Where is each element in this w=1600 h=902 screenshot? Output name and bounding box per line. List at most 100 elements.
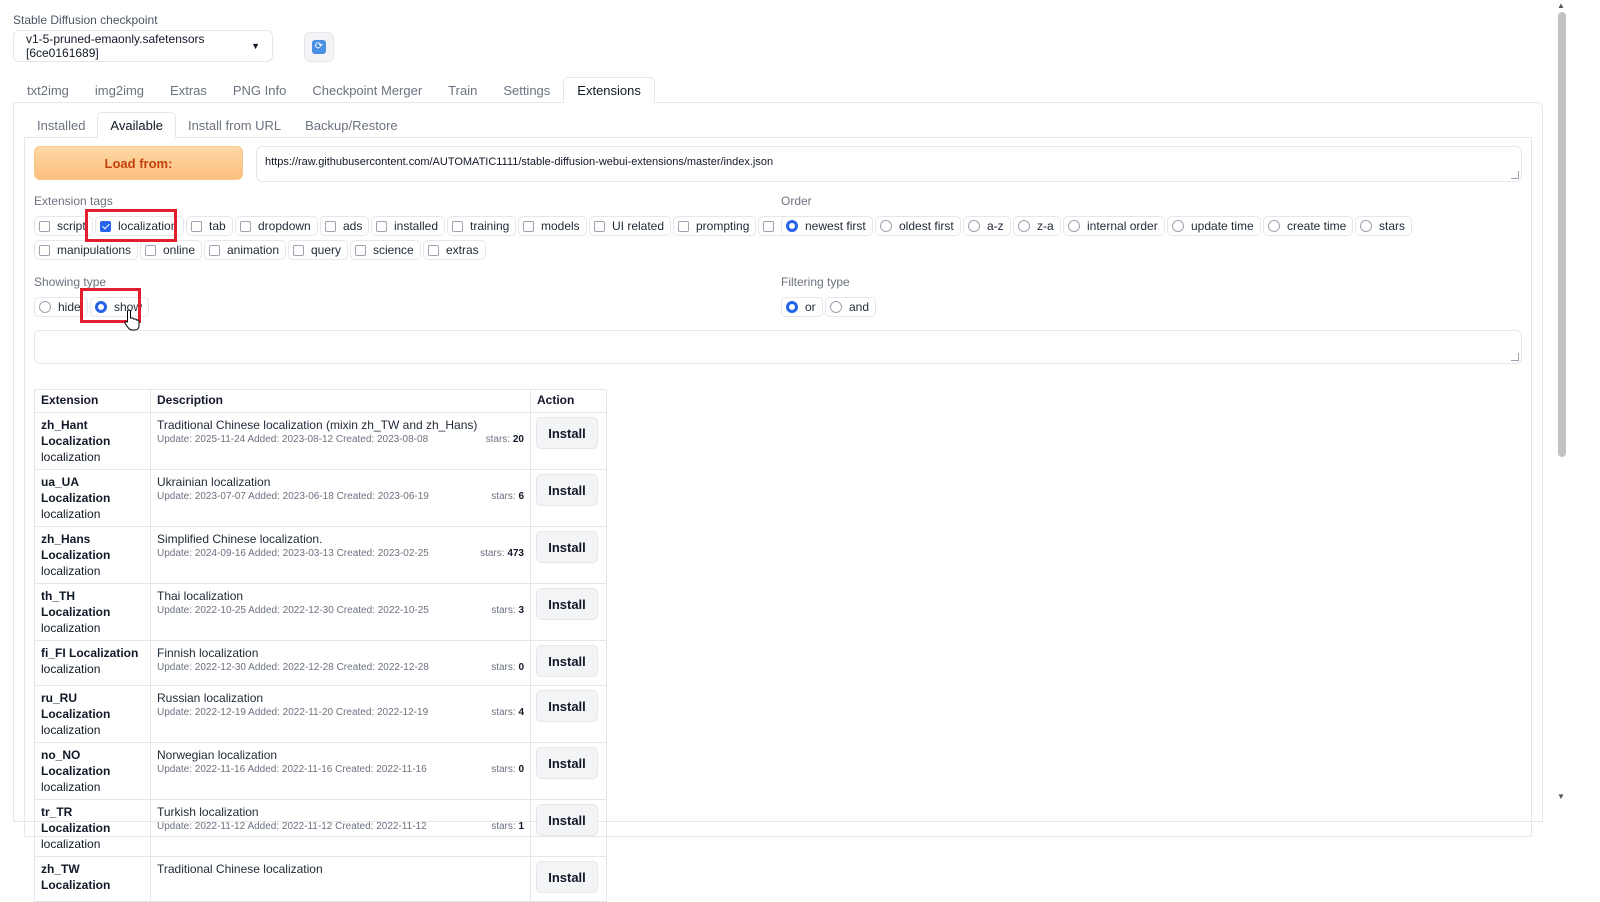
extension-meta: Update: 2023-07-07 Added: 2023-06-18 Cre…	[157, 491, 524, 502]
tab-train[interactable]: Train	[435, 77, 490, 103]
checkbox-icon[interactable]	[325, 220, 336, 232]
radio-icon[interactable]	[1268, 220, 1280, 232]
resize-handle-icon[interactable]	[1511, 353, 1519, 361]
checkbox-icon[interactable]	[209, 244, 220, 256]
showing-type-label: Showing type	[34, 275, 107, 289]
checkbox-icon[interactable]	[376, 220, 387, 232]
tab-img2img[interactable]: img2img	[82, 77, 157, 103]
checkbox-icon[interactable]	[763, 220, 774, 232]
checkbox-icon[interactable]	[428, 244, 439, 256]
tag-ads[interactable]: ads	[320, 216, 370, 236]
tag-ui-related[interactable]: UI related	[589, 216, 672, 236]
scroll-up-icon[interactable]: ▲	[1557, 1, 1565, 10]
tag-training[interactable]: training	[447, 216, 517, 236]
tab-extras[interactable]: Extras	[157, 77, 220, 103]
extension-name[interactable]: th_TH Localization	[41, 588, 144, 620]
scrollbar-thumb[interactable]	[1558, 12, 1566, 457]
tag-extras[interactable]: extras	[423, 240, 486, 260]
checkbox-icon[interactable]	[452, 220, 463, 232]
extension-name[interactable]: tr_TR Localization	[41, 804, 144, 836]
tag-label: models	[541, 219, 580, 233]
install-button[interactable]: Install	[536, 645, 598, 677]
refresh-checkpoint-button[interactable]: ⟳	[304, 32, 334, 62]
tag-animation[interactable]: animation	[204, 240, 287, 260]
load-from-button[interactable]: Load from:	[34, 146, 243, 180]
filtering-type-label: Filtering type	[781, 275, 850, 289]
order-z-a[interactable]: z-a	[1013, 216, 1061, 236]
tag-online[interactable]: online	[140, 240, 203, 260]
install-button[interactable]: Install	[536, 474, 598, 506]
extension-name[interactable]: no_NO Localization	[41, 747, 144, 779]
checkbox-icon[interactable]	[39, 220, 50, 232]
checkbox-icon[interactable]	[355, 244, 366, 256]
tag-prompting[interactable]: prompting	[673, 216, 757, 236]
tag-dropdown[interactable]: dropdown	[235, 216, 318, 236]
tab-png-info[interactable]: PNG Info	[220, 77, 299, 103]
tag-installed[interactable]: installed	[371, 216, 446, 236]
subtab-installed[interactable]: Installed	[25, 112, 97, 138]
extension-name[interactable]: ru_RU Localization	[41, 690, 144, 722]
order-stars[interactable]: stars	[1355, 216, 1413, 236]
radio-icon[interactable]	[968, 220, 980, 232]
checkbox-icon[interactable]	[594, 220, 605, 232]
tag-science[interactable]: science	[350, 240, 421, 260]
install-button[interactable]: Install	[536, 861, 598, 893]
install-button[interactable]: Install	[536, 804, 598, 836]
checkbox-icon[interactable]	[39, 244, 50, 256]
tab-settings[interactable]: Settings	[490, 77, 563, 103]
resize-handle-icon[interactable]	[1511, 171, 1519, 179]
checkbox-icon[interactable]	[293, 244, 304, 256]
tab-txt2img[interactable]: txt2img	[14, 77, 82, 103]
filtering-and[interactable]: and	[825, 297, 877, 317]
filtering-or[interactable]: or	[781, 297, 823, 317]
install-button[interactable]: Install	[536, 747, 598, 779]
radio-icon[interactable]	[1360, 220, 1372, 232]
tag-tab[interactable]: tab	[186, 216, 233, 236]
extension-name[interactable]: zh_TW Localization	[41, 861, 144, 893]
radio-icon[interactable]	[786, 301, 798, 313]
extension-stars: stars: 3	[491, 605, 524, 616]
tag-models[interactable]: models	[518, 216, 587, 236]
extension-name[interactable]: fi_FI Localization	[41, 645, 144, 661]
search-textarea[interactable]	[34, 330, 1522, 364]
checkbox-icon[interactable]	[191, 220, 202, 232]
order-oldest-first[interactable]: oldest first	[875, 216, 961, 236]
index-url-input[interactable]: https://raw.githubusercontent.com/AUTOMA…	[256, 146, 1522, 182]
extension-name[interactable]: zh_Hans Localization	[41, 531, 144, 563]
order-create-time[interactable]: create time	[1263, 216, 1354, 236]
order-update-time[interactable]: update time	[1167, 216, 1261, 236]
tab-checkpoint-merger[interactable]: Checkpoint Merger	[299, 77, 435, 103]
order-newest-first[interactable]: newest first	[781, 216, 873, 236]
radio-icon[interactable]	[39, 301, 51, 313]
install-button[interactable]: Install	[536, 531, 598, 563]
tag-manipulations[interactable]: manipulations	[34, 240, 139, 260]
checkbox-icon[interactable]	[145, 244, 156, 256]
radio-icon[interactable]	[1018, 220, 1030, 232]
subtab-available[interactable]: Available	[97, 112, 176, 138]
order-a-z[interactable]: a-z	[963, 216, 1011, 236]
radio-icon[interactable]	[1068, 220, 1080, 232]
scroll-down-icon[interactable]: ▼	[1557, 792, 1565, 801]
checkbox-icon[interactable]	[523, 220, 534, 232]
order-internal-order[interactable]: internal order	[1063, 216, 1165, 236]
tag-script[interactable]: script	[34, 216, 93, 236]
checkbox-icon[interactable]	[678, 220, 689, 232]
radio-icon[interactable]	[786, 220, 798, 232]
checkbox-icon[interactable]	[240, 220, 251, 232]
radio-icon[interactable]	[1172, 220, 1184, 232]
radio-icon[interactable]	[880, 220, 892, 232]
install-button[interactable]: Install	[536, 417, 598, 449]
tab-extensions[interactable]: Extensions	[563, 77, 655, 103]
subtab-backup-restore[interactable]: Backup/Restore	[293, 112, 410, 138]
tag-query[interactable]: query	[288, 240, 349, 260]
subtab-install-from-url[interactable]: Install from URL	[176, 112, 293, 138]
extension-name[interactable]: ua_UA Localization	[41, 474, 144, 506]
install-button[interactable]: Install	[536, 588, 598, 620]
order-label: z-a	[1037, 219, 1054, 233]
extension-name[interactable]: zh_Hant Localization	[41, 417, 144, 449]
checkpoint-dropdown[interactable]: v1-5-pruned-emaonly.safetensors [6ce0161…	[13, 30, 273, 62]
radio-icon[interactable]	[830, 301, 842, 313]
extension-cell: th_TH Localization localization	[34, 583, 151, 641]
install-button[interactable]: Install	[536, 690, 598, 722]
tag-label: science	[373, 243, 414, 257]
